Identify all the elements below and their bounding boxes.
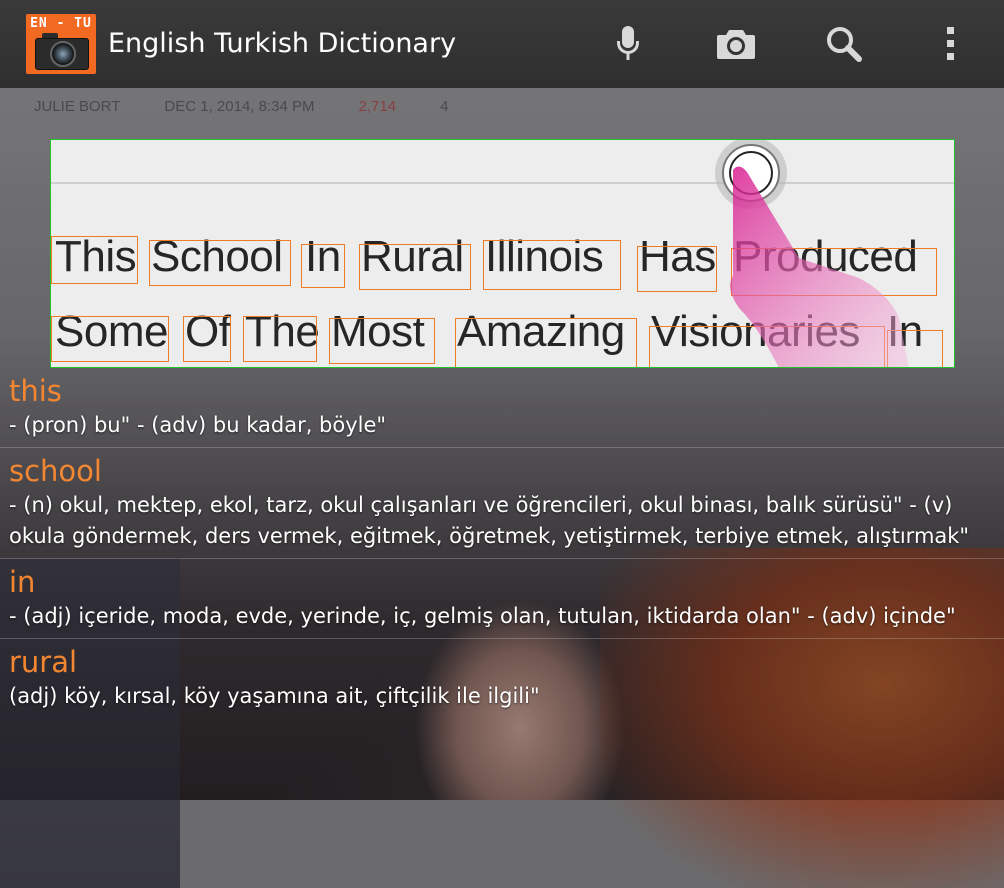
entry-definition: (adj) köy, kırsal, köy yaşamına ait, çif… [9, 684, 540, 708]
word-highlight-box [329, 318, 435, 364]
entry-definition: - (adj) içeride, moda, evde, yerinde, iç… [9, 604, 956, 628]
microphone-icon[interactable] [606, 22, 650, 66]
entry-word: school [9, 454, 102, 488]
app-logo[interactable]: EN - TU [26, 14, 96, 74]
word-highlight-box [301, 244, 345, 288]
scan-region[interactable]: This School In Rural Illinois Has Produc… [50, 139, 955, 368]
entry-word: this [9, 374, 62, 408]
tap-pointer-icon [715, 140, 909, 367]
word-highlight-box [51, 316, 169, 362]
word-highlight-box [183, 316, 231, 362]
dictionary-entry[interactable]: this - (pron) bu" - (adv) bu kadar, böyl… [0, 368, 1004, 448]
dictionary-results: this - (pron) bu" - (adv) bu kadar, böyl… [0, 368, 1004, 718]
word-highlight-box [51, 236, 138, 284]
word-highlight-box [149, 240, 291, 286]
camera-icon[interactable] [714, 22, 758, 66]
dictionary-entry[interactable]: school - (n) okul, mektep, ekol, tarz, o… [0, 448, 1004, 559]
dictionary-entry[interactable]: rural (adj) köy, kırsal, köy yaşamına ai… [0, 639, 1004, 718]
word-highlight-box [359, 244, 471, 290]
entry-definition: - (n) okul, mektep, ekol, tarz, okul çal… [9, 493, 970, 548]
entry-definition: - (pron) bu" - (adv) bu kadar, böyle" [9, 413, 387, 437]
word-highlight-box [637, 246, 717, 292]
word-highlight-box [243, 316, 317, 362]
entry-word: in [9, 565, 36, 599]
overflow-menu-icon[interactable] [928, 22, 972, 66]
search-icon[interactable] [822, 22, 866, 66]
app-bar: EN - TU English Turkish Dictionary [0, 0, 1004, 88]
word-highlight-box [455, 318, 637, 367]
word-highlight-box [483, 240, 621, 290]
entry-word: rural [9, 645, 78, 679]
app-title: English Turkish Dictionary [108, 28, 457, 59]
logo-text: EN - TU [30, 16, 92, 31]
dictionary-entry[interactable]: in - (adj) içeride, moda, evde, yerinde,… [0, 559, 1004, 639]
